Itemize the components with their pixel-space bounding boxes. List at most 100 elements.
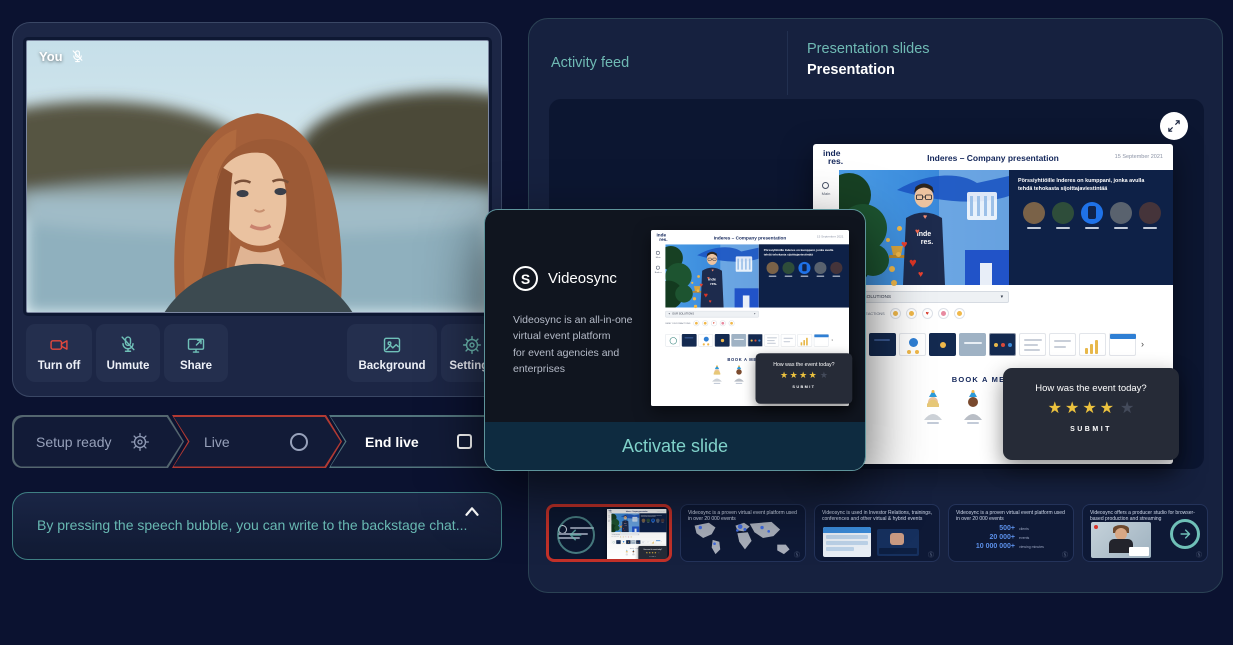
self-view-panel: You Turn off Unmute Share Background Set… xyxy=(12,22,502,397)
thumbnail-caption: Videosync is used in Investor Relations,… xyxy=(815,505,939,523)
slide-thumbnail-2[interactable]: Videosync is a proven virtual event plat… xyxy=(680,504,806,562)
participant-name: You xyxy=(39,49,63,64)
filmstrip-thumb xyxy=(1049,333,1076,356)
inderes-presentation-slide: inde res. Inderes – Company presentation… xyxy=(651,230,849,406)
star-empty: ★ xyxy=(1120,400,1134,417)
collapse-hint-button[interactable] xyxy=(461,501,483,528)
avatar xyxy=(732,365,745,384)
filmstrip-thumb xyxy=(814,334,829,347)
topic-photo xyxy=(656,519,660,523)
slide-description: Videosync is an all-in-one virtual event… xyxy=(513,312,653,377)
reaction-button xyxy=(622,536,624,538)
tab-divider xyxy=(787,31,788,95)
clap-reaction xyxy=(897,226,902,231)
slide-sidebar-nav: Main Book a xyxy=(651,244,665,273)
thumbnail-slide-image: inde res. Inderes – Company presentation… xyxy=(607,509,667,562)
heart-reaction: ♥ xyxy=(915,228,920,236)
rating-submit-label: SUBMIT xyxy=(638,556,667,557)
heart-reaction: ♥ xyxy=(624,530,625,531)
filmstrip-thumb xyxy=(764,334,779,347)
clap-reaction xyxy=(889,266,895,272)
reaction-button: ♥ xyxy=(922,308,933,319)
rating-question: How was the event today? xyxy=(1003,368,1179,394)
heart-reaction: ♥ xyxy=(909,256,917,269)
filmstrip-thumb xyxy=(698,334,713,347)
slide-thumbnail-1-selected[interactable]: inde res. Inderes – Company presentation… xyxy=(546,504,672,562)
slide-thumbnail-5[interactable]: Videosync offers a producer studio for b… xyxy=(1082,504,1208,562)
heart-reaction: ♥ xyxy=(901,240,908,251)
svg-text:res.: res. xyxy=(921,239,934,246)
slide-topic-circles xyxy=(1018,202,1165,229)
heart-reaction: ♥ xyxy=(624,523,625,524)
unmute-button[interactable]: Unmute xyxy=(96,324,160,382)
slide-speaker-video: inde res. ♥ ♥ ♥ ♥ ♥ xyxy=(665,244,759,307)
slide-date: 15 September 2021 xyxy=(1115,154,1163,160)
slide-date: 15 September 2021 xyxy=(817,236,844,239)
filmstrip-thumb xyxy=(797,334,812,347)
slide-nav-book: Book a xyxy=(608,520,610,522)
videosync-badge: Ⓢ xyxy=(928,550,934,559)
thumbnails-prev-button[interactable] xyxy=(557,516,595,554)
topic-photo xyxy=(1052,202,1074,224)
activate-slide-button[interactable]: Activate slide xyxy=(485,422,865,470)
videosync-badge: Ⓢ xyxy=(794,550,800,559)
filmstrip-thumb xyxy=(621,540,625,544)
event-rating-popup: How was the event today? ★★★★★ SUBMIT xyxy=(638,546,667,561)
slide-topic-circles xyxy=(641,519,665,523)
background-button[interactable]: Background xyxy=(347,324,437,382)
thumbnails-next-button[interactable] xyxy=(1170,519,1200,549)
clap-reaction xyxy=(896,252,901,257)
star-empty: ★ xyxy=(658,551,660,554)
stop-square-icon xyxy=(457,434,472,449)
arrow-left-icon xyxy=(565,524,587,546)
slide-nav-book: Book a xyxy=(655,266,662,274)
eye-icon xyxy=(656,266,660,270)
filmstrip-thumb xyxy=(1019,333,1046,356)
slide-nav-main: Main xyxy=(656,251,661,259)
avatar xyxy=(921,390,945,424)
stars-filled: ★★★★ xyxy=(1048,400,1117,417)
stepper-live[interactable]: Live xyxy=(172,415,342,468)
backstage-hint-text: By pressing the speech bubble, you can w… xyxy=(37,517,467,533)
slide-thumbnail-3[interactable]: Videosync is used in Investor Relations,… xyxy=(814,504,940,562)
filmstrip-more-arrow: › xyxy=(831,337,833,343)
videosync-brand-row: S Videosync xyxy=(513,266,617,291)
reaction-button xyxy=(628,536,630,538)
filmstrip-thumb xyxy=(959,333,986,356)
thumbnail-caption: Videosync is a proven virtual event plat… xyxy=(949,505,1073,523)
slide-filmstrip: › xyxy=(839,324,1151,364)
topic-photo xyxy=(1139,202,1161,224)
share-screen-button[interactable]: Share xyxy=(164,324,228,382)
tab-presentation-slides[interactable]: Presentation slides Presentation xyxy=(807,41,930,78)
stars-filled: ★★★★ xyxy=(646,551,657,554)
turn-off-camera-button[interactable]: Turn off xyxy=(26,324,92,382)
slide-filmstrip: › xyxy=(665,329,837,351)
videosync-badge: Ⓢ xyxy=(1196,550,1202,559)
slide-panel-text: Pörssiyhtiöille Inderes on kumppani, jon… xyxy=(1018,178,1160,193)
backstage-chat-hint: By pressing the speech bubble, you can w… xyxy=(12,492,502,560)
filmstrip-thumb xyxy=(656,540,660,544)
stepper-setup-ready[interactable]: Setup ready xyxy=(12,415,184,468)
slide-thumbnail-4[interactable]: Videosync is a proven virtual event plat… xyxy=(948,504,1074,562)
filmstrip-thumb xyxy=(1079,333,1106,356)
tab-presentation-slides-label: Presentation slides xyxy=(807,41,930,57)
expand-preview-button[interactable] xyxy=(1160,112,1188,140)
heart-reaction: ♥ xyxy=(699,283,703,289)
clap-reaction xyxy=(886,238,890,242)
dialog-slide-preview: inde res. Inderes – Company presentation… xyxy=(651,230,851,408)
mic-off-icon xyxy=(70,49,85,64)
topic-photo xyxy=(661,519,665,523)
heart-reaction: ♥ xyxy=(704,292,708,299)
activate-slide-dialog: S Videosync Videosync is an all-in-one v… xyxy=(484,209,866,471)
clap-reaction xyxy=(697,289,700,292)
tab-activity-feed[interactable]: Activity feed xyxy=(551,55,629,71)
webcam-image xyxy=(27,41,488,312)
clap-reaction xyxy=(891,280,897,286)
avatar xyxy=(631,550,635,556)
speaker-scene: inde res. xyxy=(611,513,639,532)
stepper-setup-label: Setup ready xyxy=(36,434,112,450)
camera-icon xyxy=(49,335,69,355)
brand-name: Videosync xyxy=(548,270,617,287)
filmstrip-thumb xyxy=(1109,333,1136,356)
rating-question: How was the event today? xyxy=(638,546,667,550)
